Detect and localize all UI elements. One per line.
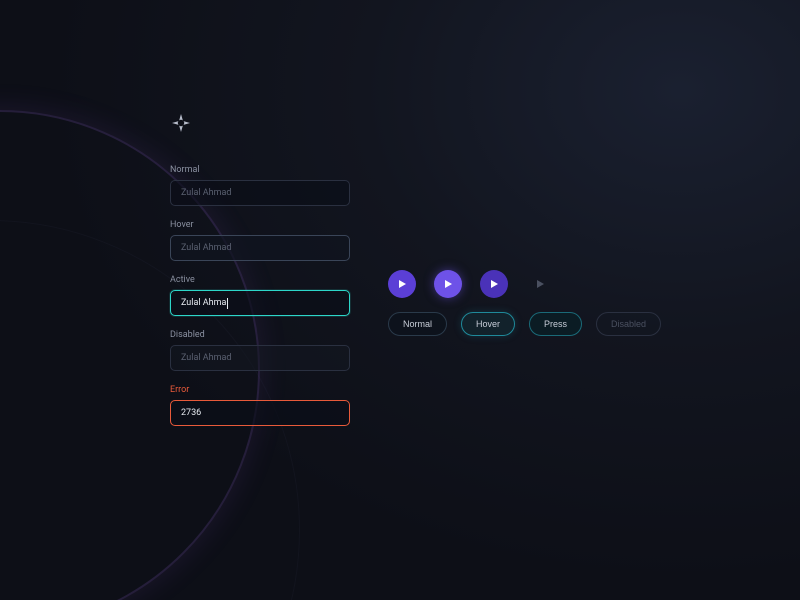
field-error: Error — [170, 385, 350, 426]
input-normal[interactable] — [170, 180, 350, 206]
pill-button-disabled: Disabled — [596, 312, 661, 336]
field-label-active: Active — [170, 275, 350, 285]
play-icon — [488, 278, 500, 290]
play-button-hover[interactable] — [434, 270, 462, 298]
text-caret — [227, 298, 228, 309]
pill-label: Hover — [476, 319, 500, 329]
field-active: Active Zulal Ahma — [170, 275, 350, 316]
field-disabled: Disabled — [170, 330, 350, 371]
input-active-value: Zulal Ahma — [181, 298, 226, 308]
play-icon — [396, 278, 408, 290]
pill-label: Press — [544, 319, 567, 329]
field-normal: Normal — [170, 165, 350, 206]
logo-icon — [170, 112, 192, 134]
field-label-error: Error — [170, 385, 350, 395]
pill-label: Disabled — [611, 319, 646, 329]
input-states-column: Normal Hover Active Zulal Ahma Disabled … — [170, 165, 350, 440]
input-disabled — [170, 345, 350, 371]
pill-button-normal[interactable]: Normal — [388, 312, 447, 336]
field-label-hover: Hover — [170, 220, 350, 230]
pill-button-states-row: Normal Hover Press Disabled — [388, 312, 661, 336]
input-hover[interactable] — [170, 235, 350, 261]
play-icon — [534, 278, 546, 290]
field-hover: Hover — [170, 220, 350, 261]
play-icon — [442, 278, 454, 290]
field-label-disabled: Disabled — [170, 330, 350, 340]
pill-button-press[interactable]: Press — [529, 312, 582, 336]
input-error[interactable] — [170, 400, 350, 426]
pill-button-hover[interactable]: Hover — [461, 312, 515, 336]
pill-label: Normal — [403, 319, 432, 329]
field-label-normal: Normal — [170, 165, 350, 175]
icon-button-states-row — [388, 270, 554, 298]
play-button-disabled — [526, 270, 554, 298]
input-active[interactable]: Zulal Ahma — [170, 290, 350, 316]
play-button-normal[interactable] — [388, 270, 416, 298]
play-button-press[interactable] — [480, 270, 508, 298]
